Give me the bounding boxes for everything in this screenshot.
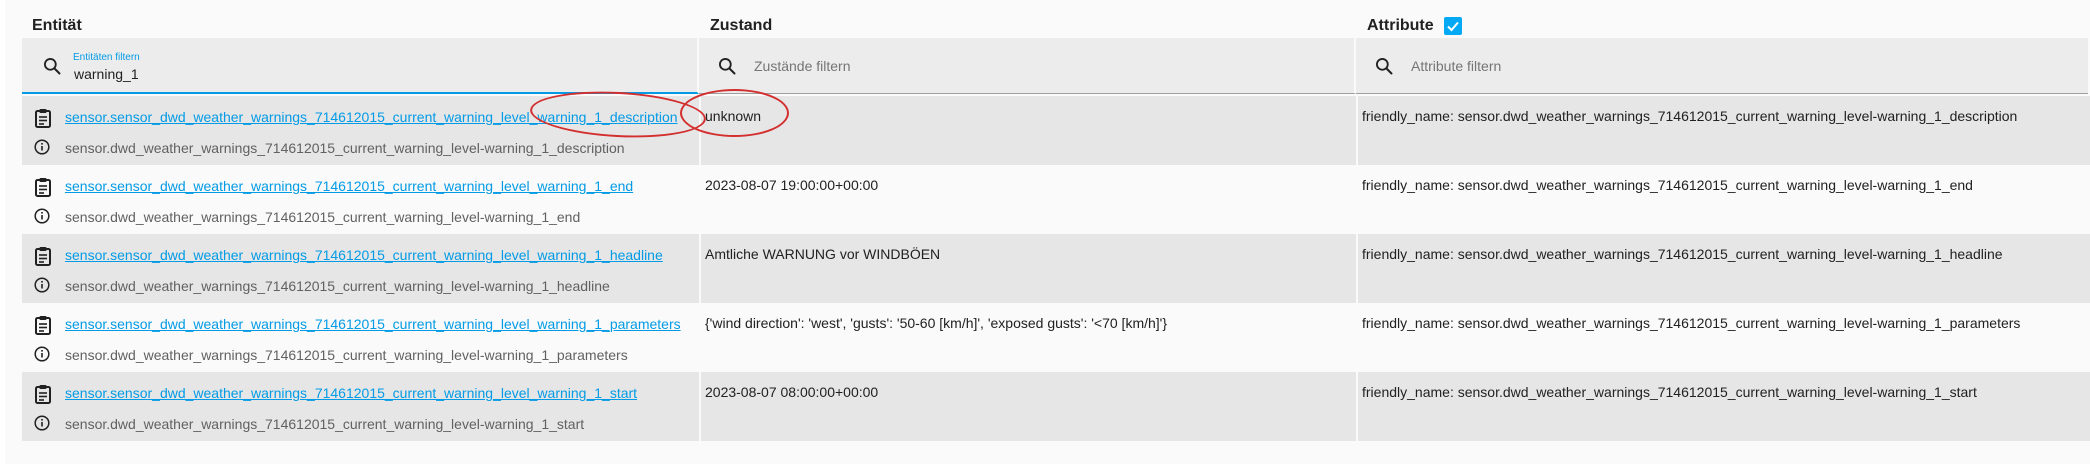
entity-id-link[interactable]: sensor.sensor_dwd_weather_warnings_71461… [65,316,681,332]
info-icon[interactable] [34,139,50,155]
state-cell: 2023-08-07 19:00:00+00:00 [701,165,1358,234]
entity-cell: sensor.sensor_dwd_weather_warnings_71461… [22,372,701,441]
entity-friendly-name: sensor.dwd_weather_warnings_714612015_cu… [65,209,581,225]
entity-friendly-name: sensor.dwd_weather_warnings_714612015_cu… [65,416,585,432]
clipboard-icon[interactable] [34,384,52,404]
attributes-value: friendly_name: sensor.dwd_weather_warnin… [1362,315,2021,331]
checkmark-icon [1446,21,1459,32]
state-value: 2023-08-07 19:00:00+00:00 [705,177,879,193]
attributes-filter [1356,38,2088,94]
entity-id-link[interactable]: sensor.sensor_dwd_weather_warnings_71461… [65,109,678,125]
entity-id-link[interactable]: sensor.sensor_dwd_weather_warnings_71461… [65,247,663,263]
state-filter [699,38,1356,94]
clipboard-icon[interactable] [34,177,52,197]
info-icon[interactable] [34,277,50,293]
state-cell: Amtliche WARNUNG vor WINDBÖEN [701,234,1358,303]
state-cell: 2023-08-07 08:00:00+00:00 [701,372,1358,441]
entity-id-link[interactable]: sensor.sensor_dwd_weather_warnings_71461… [65,385,637,401]
attributes-cell: friendly_name: sensor.dwd_weather_warnin… [1358,234,2090,303]
search-icon [719,57,736,75]
state-cell: unknown [701,96,1358,165]
entity-friendly-name: sensor.dwd_weather_warnings_714612015_cu… [65,347,628,363]
search-icon [1376,57,1393,75]
info-icon[interactable] [34,346,50,362]
attributes-cell: friendly_name: sensor.dwd_weather_warnin… [1358,372,2090,441]
state-filter-input[interactable] [752,55,1354,77]
sidebar-edge [0,0,5,464]
column-header-state: Zustand [710,14,772,38]
attributes-cell: friendly_name: sensor.dwd_weather_warnin… [1358,303,2090,372]
entity-filter-input[interactable] [72,63,674,85]
clipboard-icon[interactable] [34,246,52,266]
column-header-state-label: Zustand [710,17,773,34]
attributes-cell: friendly_name: sensor.dwd_weather_warnin… [1358,165,2090,234]
entity-filter: Entitäten filtern [22,38,699,94]
state-cell: {'wind direction': 'west', 'gusts': '50-… [701,303,1358,372]
entity-cell: sensor.sensor_dwd_weather_warnings_71461… [22,303,701,372]
column-header-attributes: Attribute [1367,14,1462,38]
column-header-entity: Entität [32,14,82,38]
state-value: {'wind direction': 'west', 'gusts': '50-… [705,315,1168,331]
filter-row: Entitäten filtern [22,38,2090,94]
entity-cell: sensor.sensor_dwd_weather_warnings_71461… [22,96,701,165]
attributes-value: friendly_name: sensor.dwd_weather_warnin… [1362,384,1977,400]
search-icon [44,57,61,75]
info-icon[interactable] [34,415,50,431]
state-value: 2023-08-07 08:00:00+00:00 [705,384,879,400]
clipboard-icon[interactable] [34,108,52,128]
state-value: unknown [705,108,762,124]
clipboard-icon[interactable] [34,315,52,335]
table-row: sensor.sensor_dwd_weather_warnings_71461… [22,96,2090,165]
table-row: sensor.sensor_dwd_weather_warnings_71461… [22,303,2090,372]
entity-cell: sensor.sensor_dwd_weather_warnings_71461… [22,234,701,303]
attributes-value: friendly_name: sensor.dwd_weather_warnin… [1362,177,1973,193]
states-page: Entität Zustand Attribute Entitäten filt… [0,0,2090,464]
column-header-attributes-label: Attribute [1367,17,1434,34]
attributes-filter-input[interactable] [1409,55,2011,77]
table-row: sensor.sensor_dwd_weather_warnings_71461… [22,372,2090,441]
attributes-value: friendly_name: sensor.dwd_weather_warnin… [1362,108,2018,124]
show-attributes-checkbox[interactable] [1443,17,1462,35]
table-row: sensor.sensor_dwd_weather_warnings_71461… [22,165,2090,234]
entity-friendly-name: sensor.dwd_weather_warnings_714612015_cu… [65,140,625,156]
attributes-cell: friendly_name: sensor.dwd_weather_warnin… [1358,96,2090,165]
entity-friendly-name: sensor.dwd_weather_warnings_714612015_cu… [65,278,610,294]
entity-cell: sensor.sensor_dwd_weather_warnings_71461… [22,165,701,234]
entity-id-link[interactable]: sensor.sensor_dwd_weather_warnings_71461… [65,178,633,194]
info-icon[interactable] [34,208,50,224]
column-header-entity-label: Entität [32,17,82,34]
entity-filter-label: Entitäten filtern [73,52,140,63]
table-row: sensor.sensor_dwd_weather_warnings_71461… [22,234,2090,303]
state-value: Amtliche WARNUNG vor WINDBÖEN [705,246,941,262]
attributes-value: friendly_name: sensor.dwd_weather_warnin… [1362,246,2003,262]
